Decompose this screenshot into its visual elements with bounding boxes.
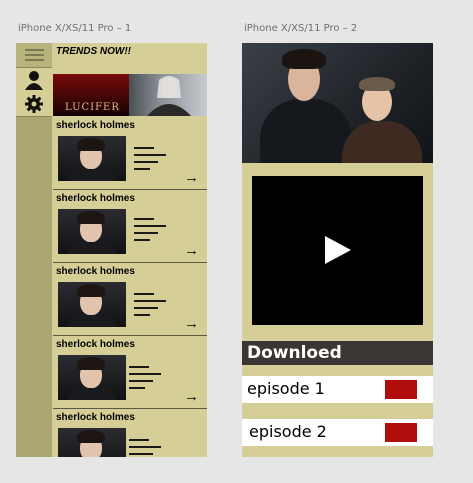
artboard-title-1: iPhone X/XS/11 Pro – 1 <box>18 23 132 34</box>
thumb-hair <box>77 211 105 224</box>
thumb-hair <box>77 357 105 370</box>
sherlock-thumbnail <box>58 428 126 457</box>
video-player[interactable] <box>252 176 423 325</box>
arrow-right-icon[interactable]: → <box>184 243 199 258</box>
profile-button[interactable] <box>16 68 52 93</box>
hero-figure-coat <box>260 99 352 163</box>
screen-detail: Downloed episode 1 episode 2 <box>242 43 433 457</box>
line <box>134 232 158 234</box>
witcher-figure <box>147 76 191 116</box>
arrow-right-icon[interactable]: → <box>184 389 199 404</box>
sherlock-thumbnail <box>58 282 126 327</box>
arrow-right-icon[interactable]: → <box>184 316 199 331</box>
item-title: sherlock holmes <box>56 339 135 350</box>
arrow-right-icon[interactable]: → <box>184 170 199 185</box>
user-icon <box>25 71 43 90</box>
sherlock-thumbnail <box>58 136 126 181</box>
gear-icon <box>25 95 43 113</box>
line <box>134 293 154 295</box>
item-title: sherlock holmes <box>56 412 135 423</box>
hero-image <box>242 43 433 163</box>
episode-label: episode 1 <box>247 379 325 398</box>
hero-figure-coat <box>342 121 422 163</box>
hamburger-line <box>25 59 44 61</box>
thumb-coat <box>68 167 116 181</box>
list-item[interactable]: sherlock holmes → <box>53 336 207 409</box>
sherlock-thumbnail <box>58 355 126 400</box>
line <box>134 154 166 156</box>
hamburger-line <box>25 54 44 56</box>
episode-row-2[interactable]: episode 2 <box>242 419 433 446</box>
download-bar: Downloed <box>242 341 433 365</box>
line <box>134 300 166 302</box>
line <box>134 147 154 149</box>
item-title: sherlock holmes <box>56 266 135 277</box>
line <box>129 366 149 368</box>
thumb-hair <box>77 284 105 297</box>
hero-figure-hair <box>282 49 326 69</box>
side-rail <box>16 43 52 457</box>
screen-trends: TRENDS NOW!! LUCIFER sherlock holmes → s… <box>16 43 207 457</box>
episode-download-button[interactable] <box>385 423 417 442</box>
episode-label: episode 2 <box>249 422 327 441</box>
thumb-coat <box>68 386 116 400</box>
thumb-hair <box>77 138 105 151</box>
line <box>134 161 158 163</box>
line <box>134 307 158 309</box>
lucifer-poster[interactable]: LUCIFER <box>53 74 129 116</box>
line <box>134 218 154 220</box>
item-title: sherlock holmes <box>56 193 135 204</box>
line <box>129 439 149 441</box>
line <box>129 380 153 382</box>
list-item[interactable]: sherlock holmes → <box>53 263 207 336</box>
settings-button[interactable] <box>16 92 52 117</box>
download-label: Downloed <box>247 343 342 363</box>
list-item[interactable]: sherlock holmes <box>53 409 207 457</box>
thumb-hair <box>77 430 105 443</box>
line <box>134 239 150 241</box>
line <box>129 373 161 375</box>
artboard-title-2: iPhone X/XS/11 Pro – 2 <box>244 23 358 34</box>
episode-row-1[interactable]: episode 1 <box>242 376 433 403</box>
episode-download-button[interactable] <box>385 380 417 399</box>
poster-title: LUCIFER <box>65 102 120 113</box>
hamburger-icon <box>25 49 44 51</box>
line <box>129 387 145 389</box>
witcher-poster[interactable] <box>129 74 207 116</box>
item-title: sherlock holmes <box>56 120 135 131</box>
menu-button[interactable] <box>16 43 52 68</box>
line <box>134 225 166 227</box>
list-item[interactable]: sherlock holmes → <box>53 190 207 263</box>
thumb-coat <box>68 240 116 254</box>
list-item[interactable]: sherlock holmes → <box>53 117 207 190</box>
line <box>129 446 161 448</box>
trends-heading: TRENDS NOW!! <box>56 46 131 57</box>
play-icon[interactable] <box>325 236 351 264</box>
line <box>129 453 153 455</box>
hero-figure-hair <box>359 77 395 91</box>
sherlock-thumbnail <box>58 209 126 254</box>
line <box>134 314 150 316</box>
line <box>134 168 150 170</box>
thumb-coat <box>68 313 116 327</box>
